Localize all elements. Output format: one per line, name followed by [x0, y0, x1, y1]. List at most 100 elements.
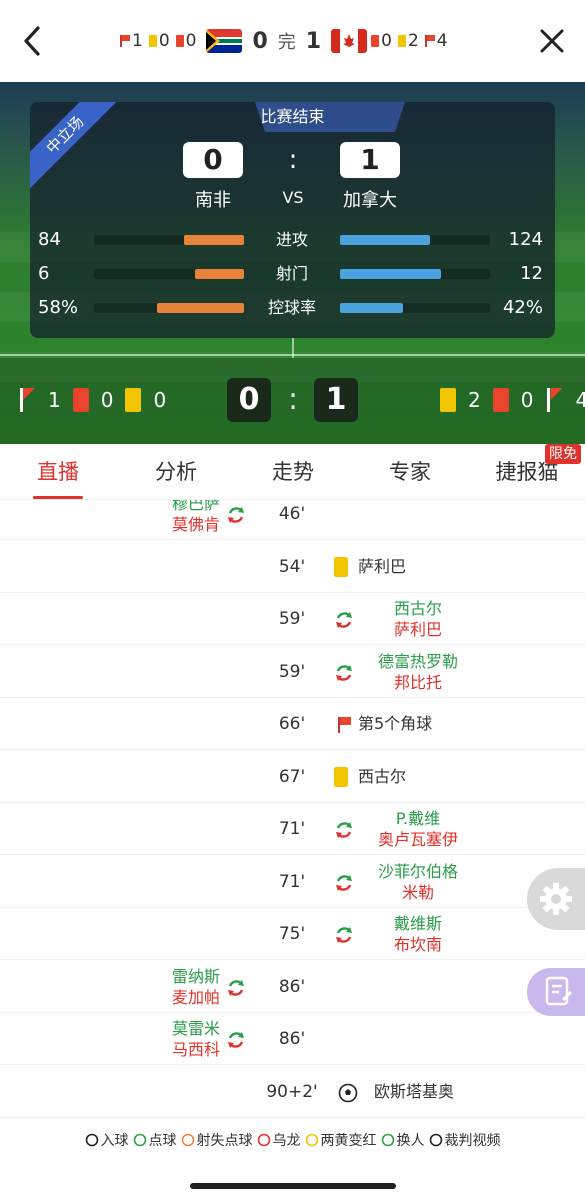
substitution-players: 穆巴萨 莫佛肯	[110, 500, 220, 535]
corner-flag-icon	[18, 388, 36, 412]
tab-trend[interactable]: 走势	[243, 456, 343, 486]
yellow-card-icon	[334, 766, 348, 791]
player-in[interactable]: 雷纳斯	[110, 966, 220, 987]
legend-label: 两黄变红	[320, 1133, 377, 1149]
substitution-players: P.戴维 奥卢瓦塞伊	[358, 808, 478, 850]
event-row: 86' 雷纳斯 麦加帕	[0, 961, 585, 1013]
event-description: 第5个角球	[358, 714, 433, 733]
pitch-line	[292, 338, 294, 358]
home-team-name[interactable]: 南非	[153, 186, 273, 212]
substitution-icon	[226, 1030, 246, 1054]
gear-icon	[540, 883, 572, 915]
score-colon: :	[288, 145, 298, 175]
event-player[interactable]: 西古尔	[358, 751, 538, 803]
settings-button[interactable]	[527, 868, 585, 930]
event-minute: 67'	[278, 766, 306, 787]
red-card-icon	[72, 388, 89, 412]
event-minute: 59'	[278, 661, 306, 682]
tab-experts[interactable]: 专家	[360, 456, 460, 486]
player-in[interactable]: 沙菲尔伯格	[358, 861, 478, 882]
legend-item: 两黄变红	[305, 1130, 377, 1150]
stat-home-fill	[194, 269, 244, 279]
event-player[interactable]: 欧斯塔基奥	[374, 1066, 554, 1118]
player-out[interactable]: 麦加帕	[110, 987, 220, 1008]
player-out[interactable]: 萨利巴	[358, 619, 478, 640]
notes-button[interactable]	[527, 968, 585, 1016]
player-in[interactable]: P.戴维	[358, 808, 478, 829]
note-edit-icon	[545, 976, 573, 1006]
tab-bar: 直播 分析 走势 专家 捷报猫 限免	[0, 444, 585, 500]
event-player[interactable]: 萨利巴	[358, 541, 538, 593]
substitution-players: 沙菲尔伯格 米勒	[358, 861, 478, 903]
player-out[interactable]: 莫佛肯	[110, 514, 220, 535]
legend-item: 入球	[85, 1130, 129, 1150]
yellow-card-icon	[125, 388, 142, 412]
player-in[interactable]: 德富热罗勒	[358, 651, 478, 672]
yellow-card-icon	[334, 556, 348, 581]
tab-analysis[interactable]: 分析	[126, 456, 226, 486]
back-arrow-icon[interactable]	[18, 24, 48, 58]
event-row: 59' 德富热罗勒 邦比托	[0, 646, 585, 698]
stat-away-bar	[340, 235, 490, 245]
legend-item: 乌龙	[257, 1130, 301, 1150]
yellow-card-icon	[440, 388, 456, 412]
goal-ball-icon	[338, 1083, 358, 1107]
substitution-players: 德富热罗勒 邦比托	[358, 651, 478, 693]
stat-away-bar	[340, 269, 490, 279]
scoreboard-panel: 中立场 比赛结束 0 : 1 南非 VS 加拿大 84 进攻 124 6 射门 …	[30, 102, 555, 338]
away-team-name[interactable]: 加拿大	[310, 186, 430, 212]
stat-home-value: 84	[38, 229, 61, 250]
event-minute: 86'	[278, 976, 306, 997]
stat-away-value: 42%	[502, 297, 543, 318]
event-minute: 71'	[278, 819, 306, 839]
stat-away-value: 124	[508, 229, 543, 250]
stat-row-shots: 6 射门 12	[30, 262, 555, 286]
event-row: 67' 西古尔	[0, 751, 585, 803]
own-goal-icon	[257, 1133, 270, 1147]
substitution-icon	[381, 1133, 394, 1147]
legend-label: 换人	[396, 1133, 425, 1149]
red-card-icon	[371, 35, 380, 47]
stat-away-value: 12	[520, 263, 543, 284]
away-corners: 4	[436, 31, 448, 51]
substitution-icon	[334, 663, 354, 687]
player-out[interactable]: 奥卢瓦塞伊	[358, 829, 478, 850]
substitution-players: 雷纳斯 麦加帕	[110, 966, 220, 1008]
substitution-icon	[226, 978, 246, 1002]
player-out[interactable]: 布坎南	[358, 934, 478, 955]
top-scoreline: 1 0 0 0 完 1 0 2 4	[120, 26, 454, 56]
var-icon	[429, 1133, 442, 1147]
away-red: 0	[381, 31, 392, 51]
legend-item: 点球	[133, 1130, 177, 1150]
home-yellow: 0	[158, 31, 170, 51]
corner-flag-icon	[545, 388, 563, 412]
corner-flag-icon	[424, 35, 435, 47]
home-score: 0	[183, 142, 243, 178]
summary-home-score: 0	[227, 378, 271, 422]
player-out[interactable]: 邦比托	[358, 672, 478, 693]
match-status-short: 完	[277, 32, 296, 53]
legend-label: 乌龙	[272, 1133, 301, 1149]
player-out[interactable]: 马西科	[110, 1039, 220, 1060]
yellow-card-icon	[397, 35, 406, 47]
active-tab-indicator	[33, 496, 83, 499]
player-in[interactable]: 西古尔	[358, 598, 478, 619]
away-yellow: 2	[468, 388, 481, 412]
player-in[interactable]: 戴维斯	[358, 913, 478, 934]
south-africa-flag-icon	[206, 29, 243, 53]
player-out[interactable]: 米勒	[358, 882, 478, 903]
tab-live[interactable]: 直播	[8, 456, 108, 486]
legend-label: 入球	[100, 1133, 129, 1149]
event-timeline: 46' 穆巴萨 莫佛肯 54' 萨利巴 59' 西古尔 萨利巴 59' 德富热罗勒 邦比托 66' 第5…	[0, 500, 585, 1120]
event-legend: 入球 点球 射失点球 乌龙 两黄变红 换人 裁判视频	[0, 1122, 585, 1158]
top-home-score: 0	[252, 28, 268, 54]
stat-label: 控球率	[267, 298, 316, 317]
player-in[interactable]: 莫雷米	[110, 1018, 220, 1039]
stat-row-attack: 84 进攻 124	[30, 228, 555, 252]
close-icon[interactable]	[537, 26, 567, 56]
canada-flag-icon	[331, 29, 368, 53]
away-red: 0	[520, 388, 534, 412]
summary-colon: :	[287, 382, 299, 417]
substitution-players: 莫雷米 马西科	[110, 1018, 220, 1060]
player-in[interactable]: 穆巴萨	[110, 500, 220, 514]
